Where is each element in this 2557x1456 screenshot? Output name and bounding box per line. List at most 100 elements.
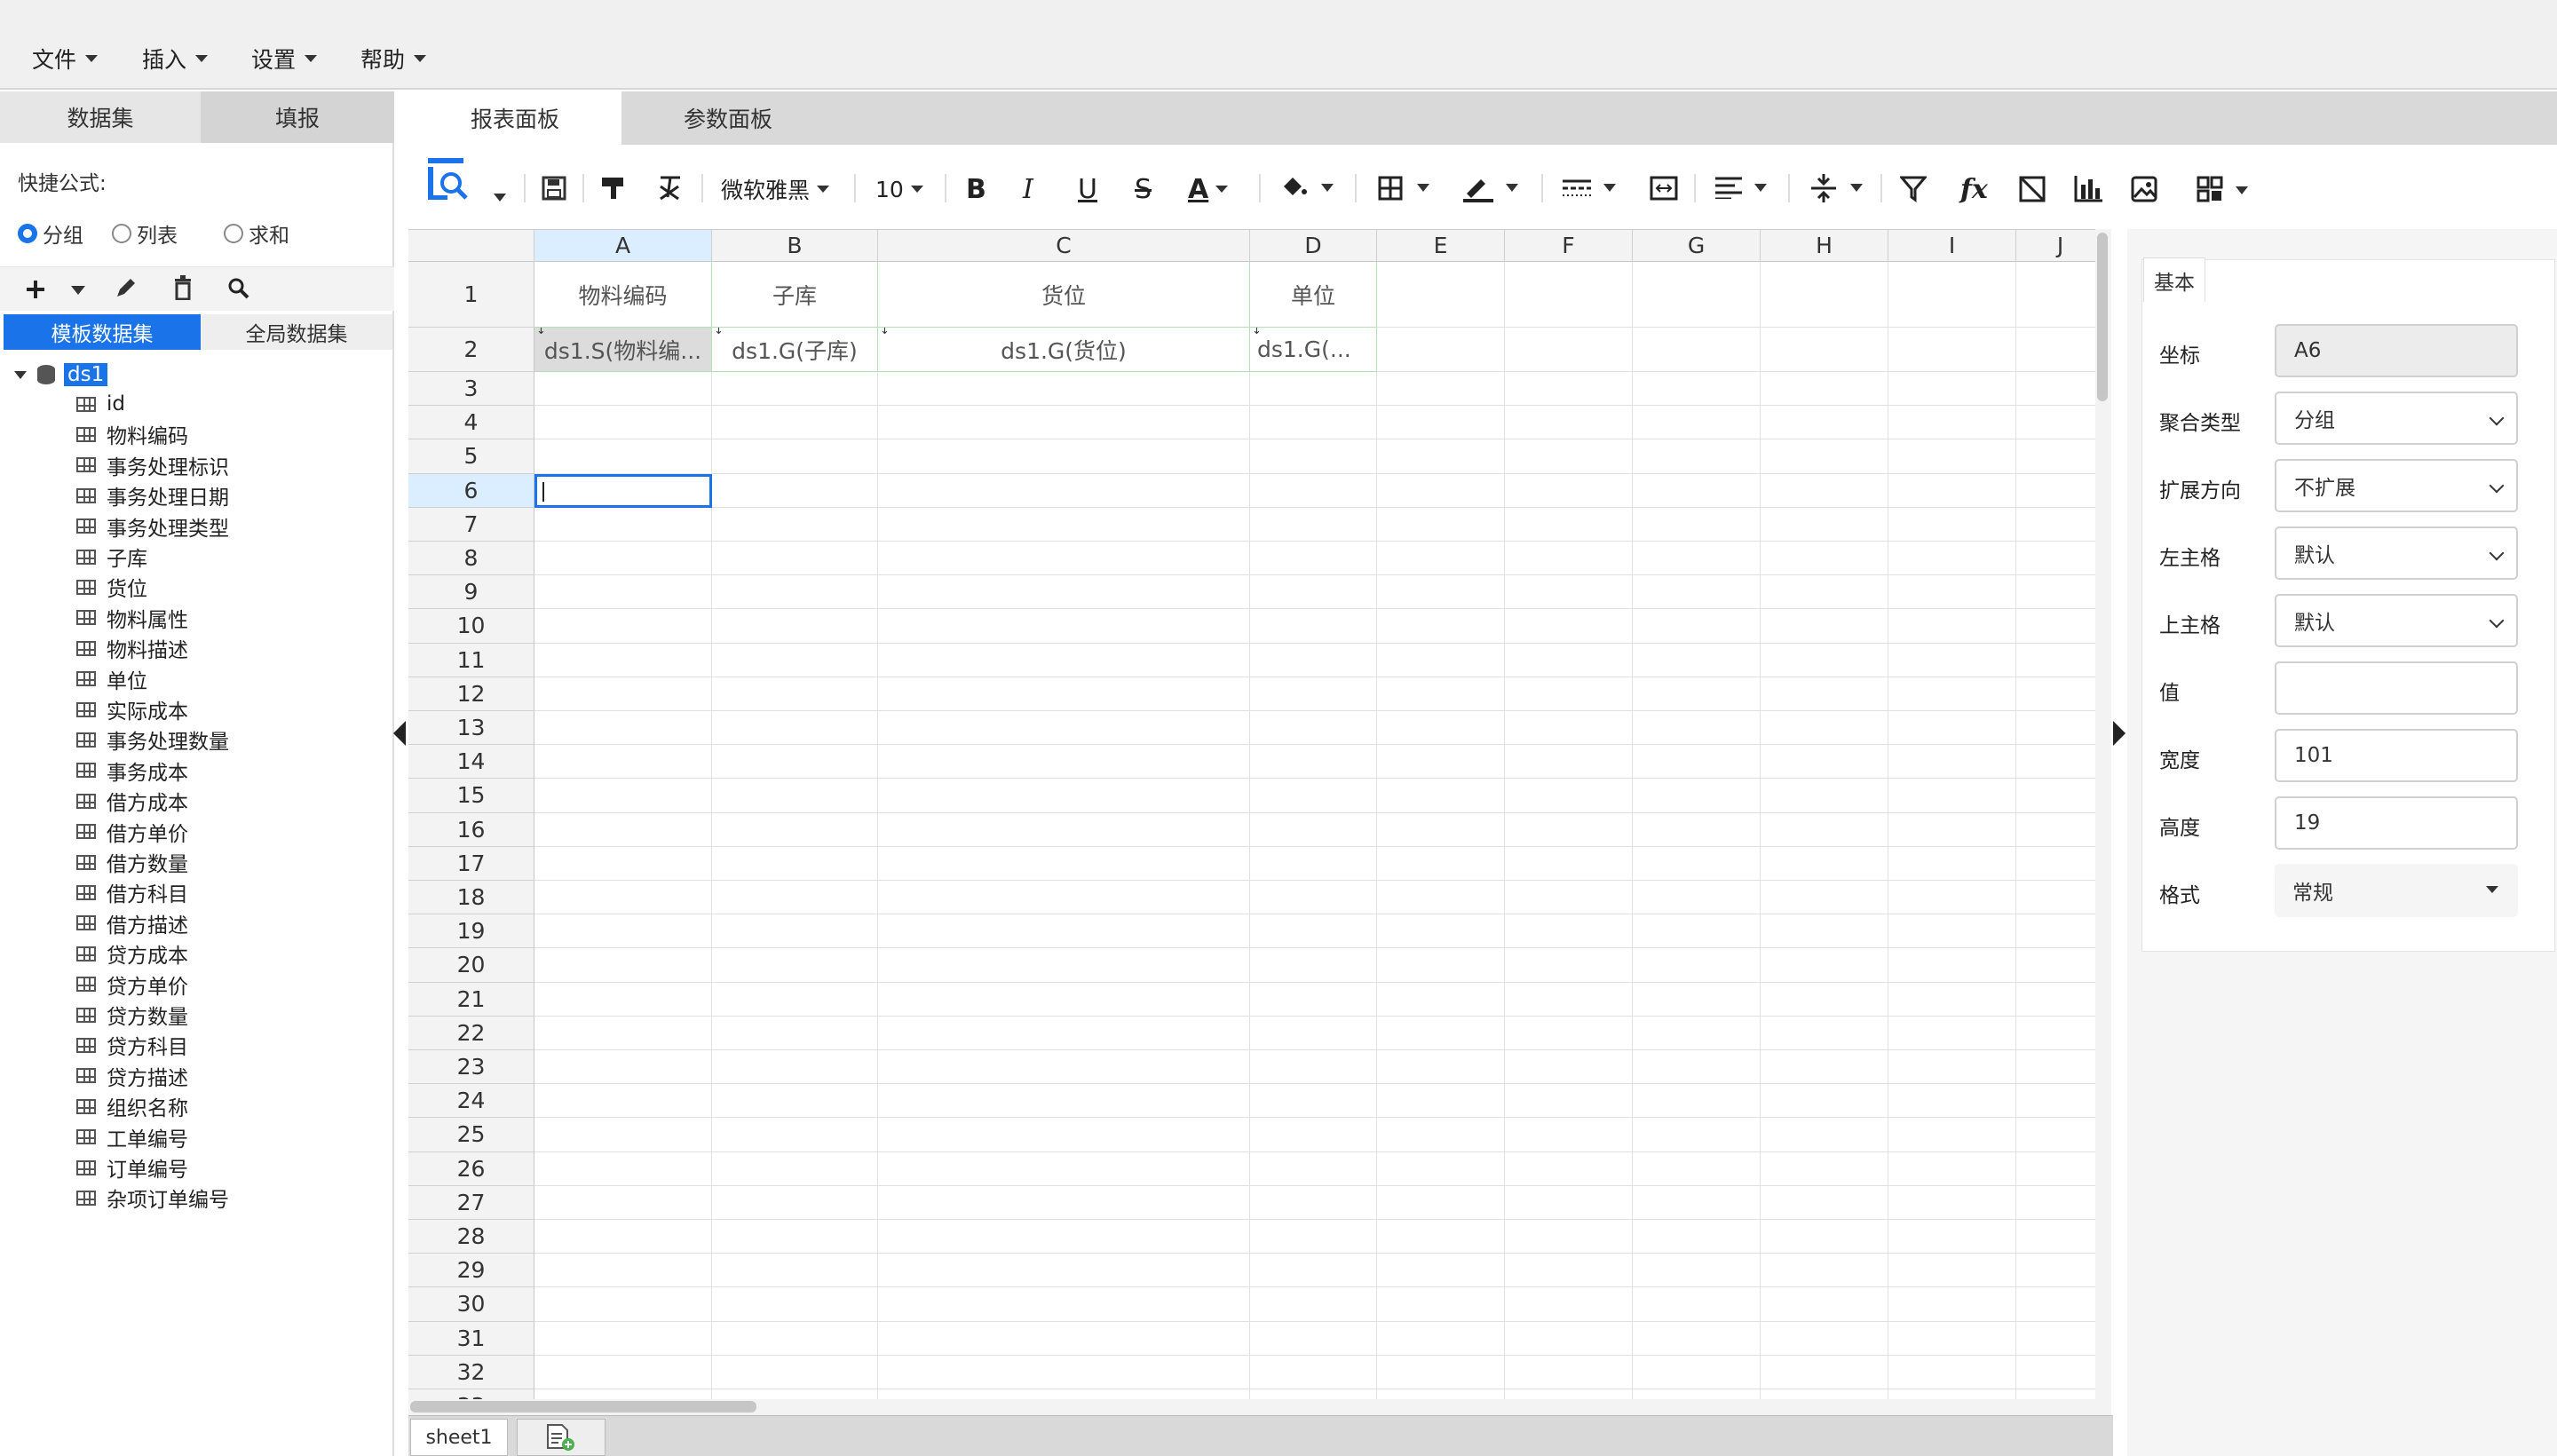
grid-cell[interactable] [1633, 328, 1761, 372]
grid-cell[interactable] [1633, 677, 1761, 711]
row-header[interactable]: 9 [408, 575, 534, 610]
grid-cell[interactable] [1250, 1220, 1377, 1254]
vertical-scroll-thumb[interactable] [2097, 233, 2108, 401]
grid-cell[interactable] [1250, 609, 1377, 644]
grid-cell[interactable] [2016, 1050, 2095, 1085]
grid-cell[interactable] [878, 439, 1250, 474]
grid-cell[interactable] [2016, 262, 2095, 328]
grid-cell[interactable] [1250, 1254, 1377, 1288]
grid-cell[interactable] [712, 1220, 878, 1254]
grid-cell[interactable] [1377, 1254, 1505, 1288]
grid-cell[interactable] [1888, 1321, 2016, 1356]
grid-cell[interactable] [712, 575, 878, 610]
grid-cell[interactable] [1633, 1185, 1761, 1220]
grid-cell[interactable] [534, 1084, 712, 1119]
grid-cell[interactable]: ds1.S(物料编... ↓ [534, 328, 712, 372]
grid-cell[interactable] [2016, 474, 2095, 508]
slash-cell-icon[interactable] [2019, 176, 2046, 202]
column-header[interactable]: H [1761, 230, 1888, 262]
tree-field-item[interactable]: 借方描述 [76, 908, 188, 938]
row-header[interactable]: 16 [408, 812, 534, 847]
grid-cell[interactable] [534, 1016, 712, 1050]
grid-cell[interactable] [878, 1220, 1250, 1254]
row-header[interactable]: 27 [408, 1185, 534, 1220]
chevron-down-icon[interactable] [2236, 186, 2248, 194]
grid-cell[interactable] [2016, 677, 2095, 711]
row-header[interactable]: 20 [408, 948, 534, 983]
property-select[interactable]: 不扩展 [2275, 459, 2518, 512]
grid-cell[interactable] [2016, 439, 2095, 474]
grid-cell[interactable] [1505, 473, 1633, 508]
grid-cell[interactable] [534, 881, 712, 915]
tree-field-item[interactable]: 物料描述 [76, 633, 188, 663]
grid-cell[interactable] [1761, 575, 1888, 610]
grid-cell[interactable] [712, 643, 878, 677]
grid-cell[interactable] [1250, 439, 1377, 474]
grid-cell[interactable]: 单位 [1250, 262, 1377, 328]
grid-cell[interactable] [1888, 677, 2016, 711]
selected-cell-cursor[interactable] [534, 473, 712, 508]
tree-field-item[interactable]: 单位 [76, 664, 147, 694]
grid-cell[interactable] [1888, 1389, 2016, 1399]
grid-cell[interactable]: ds1.G(子库) ↓ [712, 328, 878, 372]
row-header[interactable]: 21 [408, 982, 534, 1017]
strikethrough-icon[interactable]: S [1135, 173, 1152, 205]
grid-cell[interactable] [2016, 1017, 2095, 1050]
grid-cell[interactable] [1633, 1151, 1761, 1186]
grid-cell[interactable] [1250, 1084, 1377, 1119]
grid-cell[interactable] [1505, 881, 1633, 915]
row-header[interactable]: 26 [408, 1151, 534, 1186]
grid-cell[interactable] [534, 1050, 712, 1085]
grid-cell[interactable] [1250, 372, 1377, 407]
grid-cell[interactable] [534, 609, 712, 644]
column-header[interactable]: J [2016, 230, 2095, 262]
grid-cell[interactable] [1761, 542, 1888, 576]
row-header[interactable]: 19 [408, 914, 534, 949]
grid-cell[interactable] [712, 507, 878, 542]
grid-cell[interactable] [1761, 711, 1888, 746]
grid-cell[interactable] [712, 846, 878, 881]
grid-cell[interactable] [1888, 812, 2016, 847]
grid-cell[interactable] [534, 711, 712, 746]
tree-field-item[interactable]: 贷方数量 [76, 1000, 188, 1030]
grid-cell[interactable] [878, 1321, 1250, 1356]
grid-cell[interactable] [1505, 1185, 1633, 1220]
collapse-right-icon[interactable] [2113, 721, 2126, 746]
grid-cell[interactable] [1505, 745, 1633, 779]
save-icon[interactable] [542, 176, 566, 201]
radio-group[interactable]: 分组 [18, 218, 83, 249]
grid-cell[interactable] [1505, 948, 1633, 983]
grid-cell[interactable] [1888, 575, 2016, 610]
grid-cell[interactable] [2016, 711, 2095, 746]
grid-cell[interactable] [1633, 881, 1761, 915]
merge-cells-icon[interactable] [1650, 176, 1678, 201]
grid-cell[interactable] [2016, 508, 2095, 542]
grid-cell[interactable] [1761, 881, 1888, 915]
grid-cell[interactable] [1761, 914, 1888, 949]
tree-field-item[interactable]: id [76, 389, 125, 419]
grid-cell[interactable] [712, 1321, 878, 1356]
grid-cell[interactable] [1505, 439, 1633, 474]
grid-cell[interactable] [1633, 643, 1761, 677]
grid-cell[interactable] [1633, 1016, 1761, 1050]
tree-field-item[interactable]: 事务处理标识 [76, 450, 229, 480]
grid-cell[interactable] [1377, 677, 1505, 711]
grid-cell[interactable] [878, 1287, 1250, 1322]
grid-cell[interactable] [1633, 609, 1761, 644]
grid-cell[interactable] [1633, 1355, 1761, 1389]
grid-cell[interactable] [1633, 1321, 1761, 1356]
grid-cell[interactable] [1761, 406, 1888, 440]
grid-cell[interactable] [1888, 542, 2016, 576]
align-left-icon[interactable] [1715, 176, 1742, 199]
grid-cell[interactable] [1888, 1084, 2016, 1119]
font-size-select[interactable]: 10 [875, 173, 923, 205]
grid-cell[interactable] [878, 914, 1250, 949]
grid-cell[interactable] [1377, 507, 1505, 542]
grid-cell[interactable] [1505, 575, 1633, 610]
grid-cell[interactable] [1633, 1254, 1761, 1288]
grid-cell[interactable] [1377, 372, 1505, 407]
grid-cell[interactable] [1888, 1050, 2016, 1085]
grid-cell[interactable] [534, 745, 712, 779]
grid-cell[interactable] [878, 507, 1250, 542]
grid-cell[interactable] [534, 1220, 712, 1254]
